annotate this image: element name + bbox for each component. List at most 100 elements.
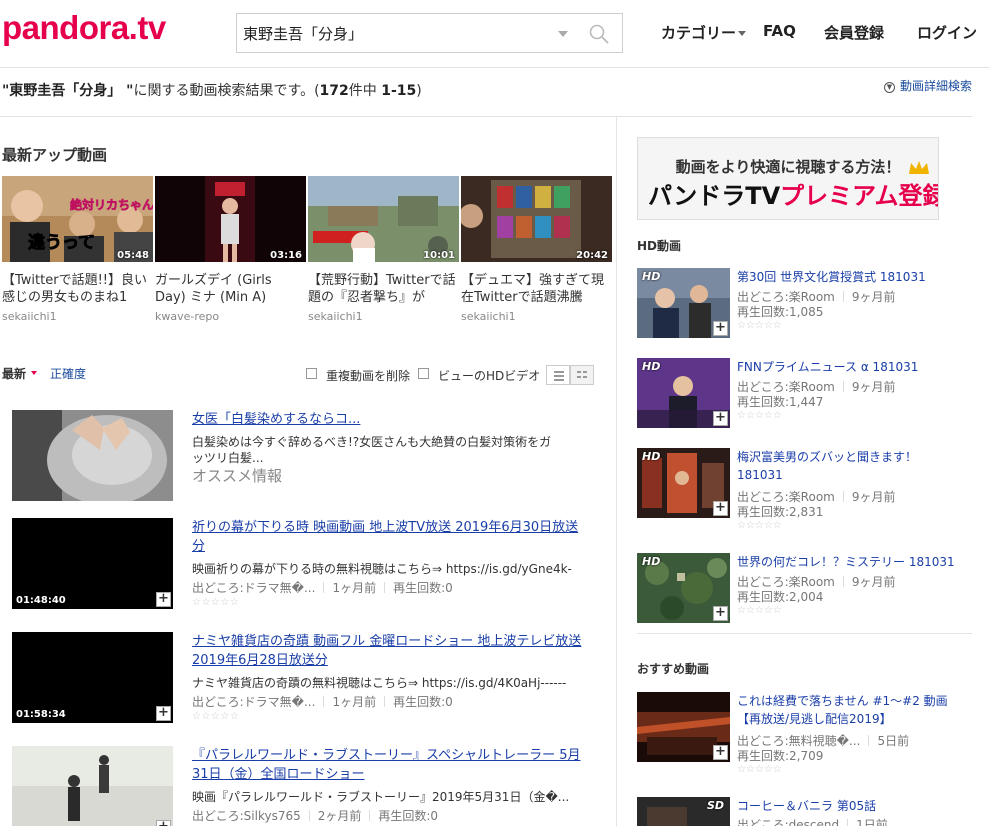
add-to-playlist-icon[interactable]: + [156, 820, 171, 826]
latest-user-3[interactable]: sekaiichi1 [308, 310, 363, 323]
recommended-video-title[interactable]: コーヒー＆バニラ 第05話 [737, 797, 955, 815]
video-age: 5日前 [877, 734, 910, 748]
hd-badge: HD [642, 360, 661, 373]
header-divider [0, 67, 990, 68]
add-to-playlist-icon[interactable]: + [713, 745, 728, 760]
hd-video-thumbnail[interactable]: HD + [637, 448, 730, 518]
video-duration: 20:42 [576, 250, 608, 261]
rating-stars: ☆☆☆☆☆ [737, 764, 782, 775]
video-title[interactable]: 女医「白髪染めするならコ... [192, 410, 587, 429]
sort-latest[interactable]: 最新 [2, 365, 38, 382]
latest-thumbnail-1[interactable]: 絶対リカちゃん 違うって 05:48 [2, 176, 153, 262]
video-thumbnail[interactable]: 01:48:40 + [12, 518, 173, 609]
list-view-button[interactable] [546, 365, 570, 385]
results-text: に関する動画検索結果です。 [133, 83, 315, 99]
premium-brand: パンドラTV [648, 182, 781, 210]
premium-line2: パンドラTVプレミアム登録 [648, 176, 938, 211]
hd-video-title[interactable]: 梅沢富美男のズバッと聞きます！ 181031 [737, 448, 955, 484]
video-duration: 01:48:40 [16, 595, 66, 606]
hd-video-title[interactable]: FNNプライムニュース α 181031 [737, 358, 955, 376]
add-to-playlist-icon[interactable]: + [713, 606, 728, 621]
search-history-dropdown-icon[interactable] [558, 31, 568, 37]
add-to-playlist-icon[interactable]: + [156, 592, 171, 607]
add-to-playlist-icon[interactable]: + [713, 501, 728, 516]
latest-title-1[interactable]: 【Twitterで話題!!】良い感じの男女ものまね1 [2, 272, 152, 306]
premium-banner[interactable]: 動画をより快適に視聴する方法！ パンドラTVプレミアム登録 [637, 137, 939, 220]
search-input[interactable] [243, 22, 543, 44]
video-age: 9ヶ月前 [851, 490, 896, 504]
rating-stars: ☆☆☆☆☆ [737, 410, 782, 421]
hd-video-thumbnail[interactable]: HD + [637, 358, 730, 428]
video-age: 1日前 [856, 818, 888, 826]
video-meta: 出どころ:ドラマ無�... 1ヶ月前 再生回数:0 [192, 693, 453, 710]
video-source[interactable]: 出どころ:楽Room [737, 490, 835, 504]
advanced-search-link[interactable]: ▼ 動画詳細検索 [883, 77, 972, 94]
results-count: 172 [319, 83, 349, 99]
video-source[interactable]: 出どころ:ドラマ無�... [192, 581, 315, 595]
hd-video-title[interactable]: 世界の何だコレ！？ミステリー 181031 [737, 553, 955, 571]
video-source[interactable]: 出どころ:楽Room [737, 575, 835, 589]
video-thumbnail[interactable]: + [12, 746, 173, 826]
remove-duplicates-label: 重複動画を削除 [326, 369, 411, 383]
grid-view-button[interactable] [570, 365, 594, 385]
video-source[interactable]: 出どころ:楽Room [737, 380, 835, 394]
thumbnail-image [12, 410, 173, 501]
hd-badge: HD [642, 450, 661, 463]
sd-badge: SD [707, 799, 725, 812]
latest-user-4[interactable]: sekaiichi1 [461, 310, 516, 323]
video-plays: 再生回数:1,085 [737, 305, 824, 319]
nav-faq[interactable]: FAQ [763, 22, 796, 40]
chevron-down-icon [738, 31, 747, 36]
recommended-video-title[interactable]: これは経費で落ちません #1～#2 動画【再放送/見逃し配信2019】 [737, 692, 955, 728]
video-source[interactable]: 出どころ:descend [737, 818, 839, 826]
video-duration: 05:48 [117, 250, 149, 261]
recommended-video-thumbnail[interactable]: + [637, 692, 730, 762]
hd-video-thumbnail[interactable]: HD + [637, 268, 730, 338]
recommended-video-thumbnail[interactable]: SD [637, 797, 730, 826]
video-title[interactable]: 祈りの幕が下りる時 映画動画 地上波TV放送 2019年6月30日放送分 [192, 518, 587, 556]
results-query: "東野圭吾「分身」 " [2, 83, 134, 99]
thumbnail-caption-bottom: 違うって [28, 232, 95, 253]
latest-title-4[interactable]: 【デュエマ】強すぎて現在Twitterで話題沸騰 [461, 272, 611, 306]
video-source[interactable]: 出どころ:無料視聴�... [737, 734, 860, 748]
rating-stars: ☆☆☆☆☆ [737, 520, 782, 531]
video-age: 9ヶ月前 [851, 575, 896, 589]
nav-category-label: カテゴリー [661, 24, 737, 42]
hd-only-checkbox[interactable] [418, 368, 429, 379]
nav-category[interactable]: カテゴリー [661, 22, 747, 43]
video-title[interactable]: 『パラレルワールド・ラブストーリー』スペシャルトレーラー 5月31日（金）全国ロ… [192, 746, 587, 784]
nav-login[interactable]: ログイン [917, 22, 977, 43]
latest-title-2[interactable]: ガールズデイ (Girls Day) ミナ (Min A) [155, 272, 305, 306]
column-divider [616, 117, 617, 826]
add-to-playlist-icon[interactable]: + [713, 411, 728, 426]
hd-badge: HD [642, 555, 661, 568]
video-description: 映画『パラレルワールド・ラブストーリー』2019年5月31日（金�... [192, 790, 570, 804]
sort-latest-label: 最新 [2, 367, 27, 381]
video-source[interactable]: 出どころ:Silkys765 [192, 809, 301, 823]
video-thumbnail[interactable]: 01:58:34 + [12, 632, 173, 723]
video-thumbnail[interactable] [12, 410, 173, 501]
remove-duplicates-checkbox[interactable] [306, 368, 317, 379]
video-source[interactable]: 出どころ:ドラマ無�... [192, 695, 315, 709]
nav-register[interactable]: 会員登録 [824, 22, 884, 43]
latest-user-2[interactable]: kwave-repo [155, 310, 219, 323]
add-to-playlist-icon[interactable]: + [713, 321, 728, 336]
latest-thumbnail-2[interactable]: 03:16 [155, 176, 306, 262]
video-plays: 再生回数:1,447 [737, 395, 824, 409]
latest-user-1[interactable]: sekaiichi1 [2, 310, 57, 323]
search-icon[interactable] [587, 22, 611, 46]
video-description: 白髪染めは今すぐ辞めるべき!?女医さんも大絶賛の白髪対策術をガッツリ白髪... [192, 435, 552, 465]
latest-thumbnail-4[interactable]: 20:42 [461, 176, 612, 262]
latest-thumbnail-3[interactable]: 10:01 [308, 176, 459, 262]
add-to-playlist-icon[interactable]: + [156, 706, 171, 721]
video-source[interactable]: 出どころ:楽Room [737, 290, 835, 304]
hd-video-thumbnail[interactable]: HD + [637, 553, 730, 623]
recommended-heading: おすすめ動画 [637, 662, 710, 676]
latest-title-3[interactable]: 【荒野行動】Twitterで話題の『忍者撃ち』が [308, 272, 458, 306]
hd-video-title[interactable]: 第30回 世界文化賞授賞式 181031 [737, 268, 955, 286]
video-plays: 再生回数:2,709 [737, 749, 824, 763]
video-title[interactable]: ナミヤ雑貨店の奇蹟 動画フル 金曜ロードショー 地上波テレビ放送 2019年6月… [192, 632, 587, 670]
site-logo[interactable]: pandora.tv [2, 9, 166, 47]
sort-accuracy[interactable]: 正確度 [50, 365, 86, 382]
video-age: 9ヶ月前 [851, 290, 896, 304]
